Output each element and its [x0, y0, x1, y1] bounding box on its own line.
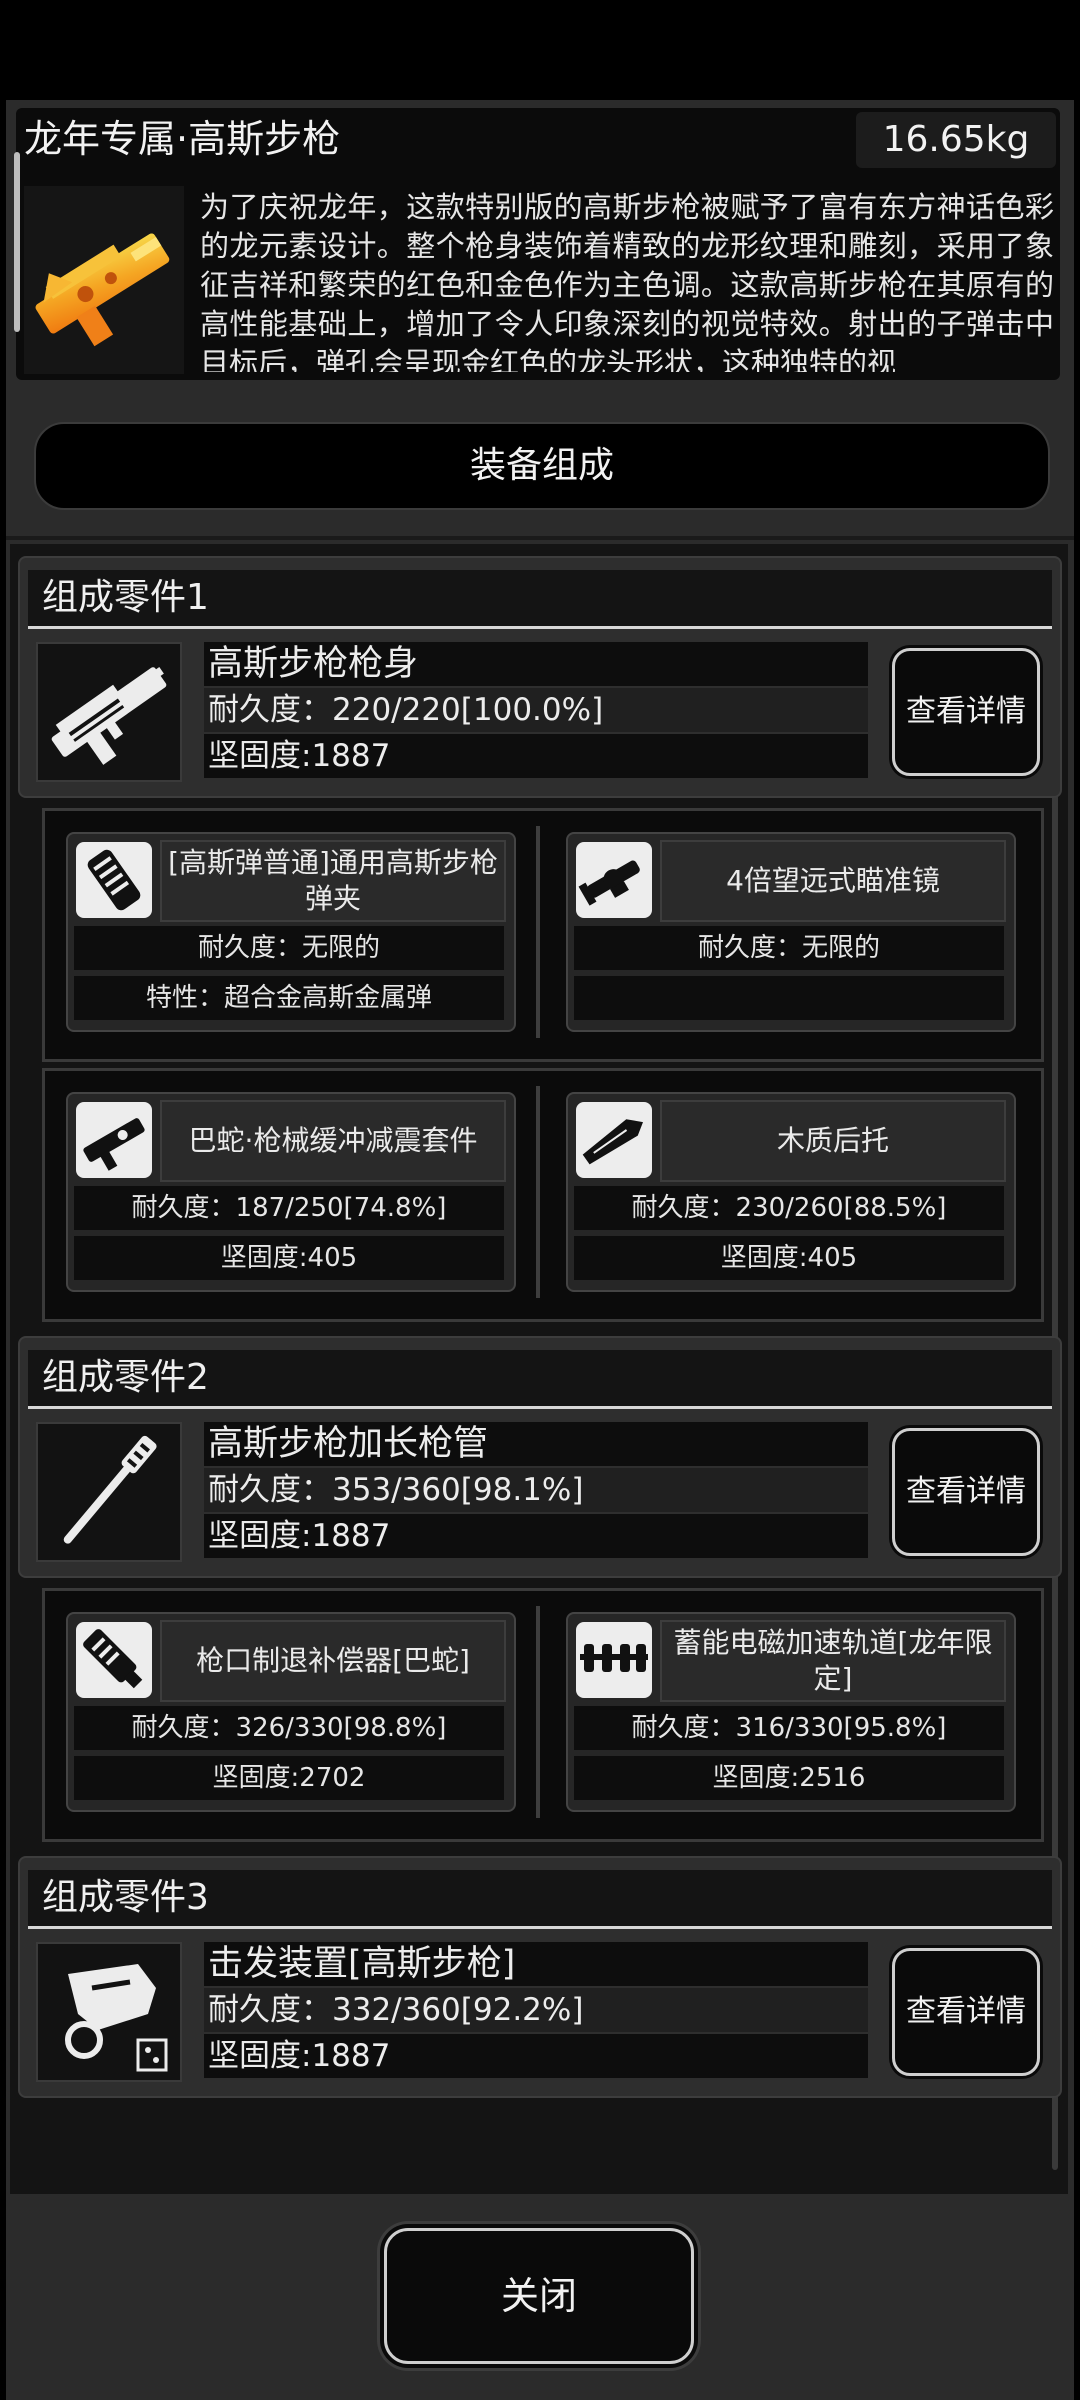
- subcomponent-hardness: 坚固度:405: [74, 1236, 504, 1280]
- description-scrollbar[interactable]: [14, 152, 20, 332]
- component-group-title: 组成零件1: [28, 570, 1052, 629]
- golden-dragon-rifle-icon: [24, 186, 184, 374]
- component-name: 高斯步枪加长枪管: [204, 1422, 868, 1466]
- divider: [6, 536, 1074, 540]
- rail-icon: [576, 1622, 652, 1698]
- subcomponent-divider: [536, 826, 540, 1038]
- subcomponent-property: 特性：超合金高斯金属弹: [74, 976, 504, 1020]
- component-durability: 耐久度：220/220[100.0%]: [204, 688, 868, 732]
- subcomponent-hardness: 坚固度:405: [574, 1236, 1004, 1280]
- close-button[interactable]: 关闭: [384, 2228, 694, 2364]
- subcomponent-durability: 耐久度：无限的: [74, 926, 504, 970]
- subcomponent-property: [574, 976, 1004, 1020]
- subcomponent-name: 蓄能电磁加速轨道[龙年限定]: [660, 1620, 1006, 1702]
- item-description[interactable]: 为了庆祝龙年，这款特别版的高斯步枪被赋予了富有东方神话色彩的龙元素设计。整个枪身…: [200, 188, 1054, 372]
- component-name: 高斯步枪枪身: [204, 642, 868, 686]
- subcomponent-name: 4倍望远式瞄准镜: [660, 840, 1006, 922]
- subcomponent-durability: 耐久度：230/260[88.5%]: [574, 1186, 1004, 1230]
- view-details-button[interactable]: 查看详情: [892, 1428, 1040, 1556]
- subcomponent-divider: [536, 1086, 540, 1298]
- subcomponent-durability: 耐久度：187/250[74.8%]: [74, 1186, 504, 1230]
- item-weight: 16.65kg: [856, 112, 1056, 168]
- magazine-icon: [76, 842, 152, 918]
- component-durability: 耐久度：332/360[92.2%]: [204, 1988, 868, 2032]
- subcomponent-divider: [536, 1606, 540, 1818]
- component-group-title: 组成零件3: [28, 1870, 1052, 1929]
- status-bar: [0, 0, 1080, 92]
- subcomponent-durability: 耐久度：无限的: [574, 926, 1004, 970]
- muzzle-brake-icon: [76, 1622, 152, 1698]
- component-hardness: 坚固度:1887: [204, 734, 868, 778]
- component-durability: 耐久度：353/360[98.1%]: [204, 1468, 868, 1512]
- wooden-stock-icon: [576, 1102, 652, 1178]
- item-title: 龙年专属·高斯步枪: [24, 117, 341, 161]
- subcomponent-durability: 耐久度：316/330[95.8%]: [574, 1706, 1004, 1750]
- subcomponent-name: 木质后托: [660, 1100, 1006, 1182]
- component-hardness: 坚固度:1887: [204, 2034, 868, 2078]
- component-group-title: 组成零件2: [28, 1350, 1052, 1409]
- equipment-composition-button[interactable]: 装备组成: [34, 422, 1050, 510]
- subcomponent-hardness: 坚固度:2516: [574, 1756, 1004, 1800]
- scope-icon: [576, 842, 652, 918]
- trigger-assembly-icon: [36, 1942, 182, 2082]
- subcomponent-name: [高斯弹普通]通用高斯步枪弹夹: [160, 840, 506, 922]
- subcomponent-durability: 耐久度：326/330[98.8%]: [74, 1706, 504, 1750]
- buffer-kit-icon: [76, 1102, 152, 1178]
- component-hardness: 坚固度:1887: [204, 1514, 868, 1558]
- component-name: 击发装置[高斯步枪]: [204, 1942, 868, 1986]
- view-details-button[interactable]: 查看详情: [892, 1948, 1040, 2076]
- barrel-icon: [36, 1422, 182, 1562]
- subcomponent-name: 巴蛇·枪械缓冲减震套件: [160, 1100, 506, 1182]
- view-details-button[interactable]: 查看详情: [892, 648, 1040, 776]
- subcomponent-name: 枪口制退补偿器[巴蛇]: [160, 1620, 506, 1702]
- subcomponent-hardness: 坚固度:2702: [74, 1756, 504, 1800]
- rifle-body-icon: [36, 642, 182, 782]
